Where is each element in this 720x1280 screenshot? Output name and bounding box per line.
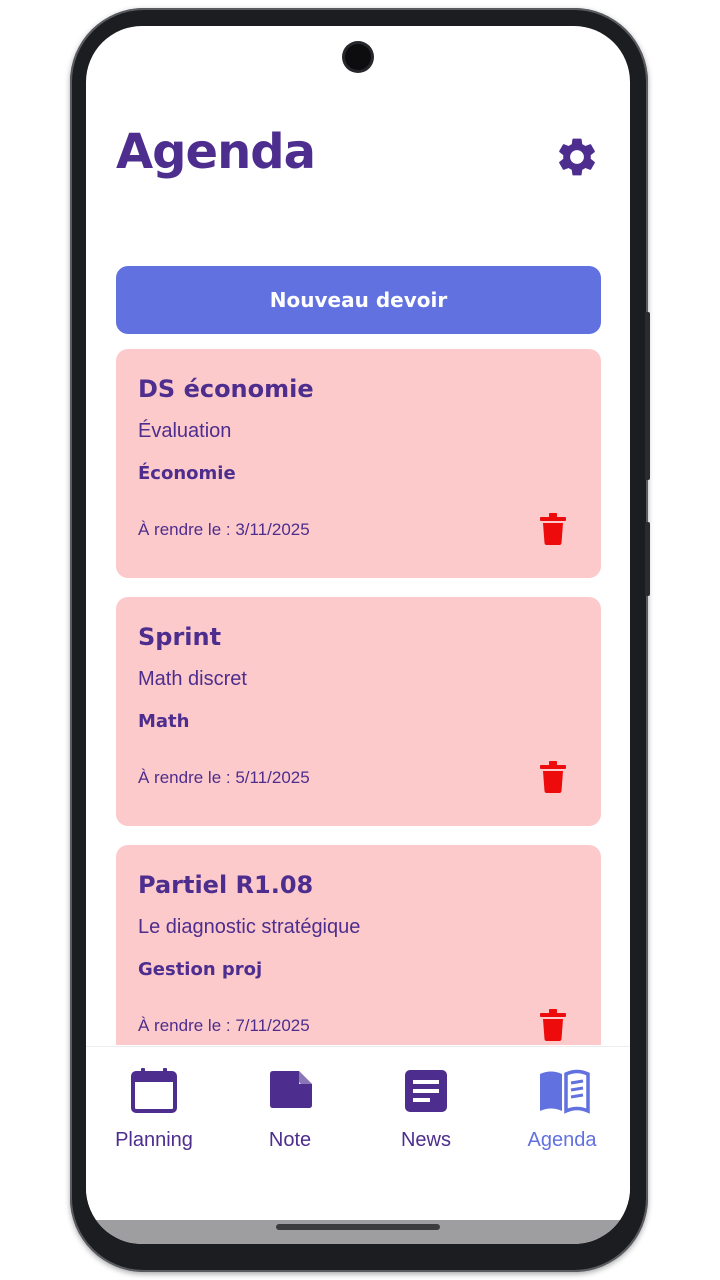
assignment-subject: Math xyxy=(138,711,190,732)
news-icon xyxy=(402,1067,450,1115)
assignment-title: Partiel R1.08 xyxy=(138,871,314,899)
calendar-icon xyxy=(130,1067,178,1115)
home-gesture-handle[interactable] xyxy=(276,1224,440,1230)
assignment-due-date: À rendre le : 7/11/2025 xyxy=(138,1016,310,1035)
assignment-description: Le diagnostic stratégique xyxy=(138,916,361,938)
gear-icon[interactable] xyxy=(554,134,600,180)
tab-agenda[interactable]: Agenda xyxy=(494,1047,630,1167)
tab-news[interactable]: News xyxy=(358,1047,494,1167)
assignment-due-date: À rendre le : 3/11/2025 xyxy=(138,520,310,539)
new-assignment-button[interactable]: Nouveau devoir xyxy=(116,266,601,334)
assignment-subject: Économie xyxy=(138,463,236,484)
trash-icon[interactable] xyxy=(540,761,566,793)
trash-icon[interactable] xyxy=(540,513,566,545)
assignment-title: Sprint xyxy=(138,623,222,651)
tab-label: Planning xyxy=(115,1129,193,1151)
tab-label: Note xyxy=(268,1129,312,1151)
app-screen: Agenda Nouveau devoir DS économie Évalua… xyxy=(86,26,630,1244)
assignment-due-date: À rendre le : 5/11/2025 xyxy=(138,768,310,787)
assignment-card[interactable]: Sprint Math discret Math À rendre le : 5… xyxy=(116,597,601,826)
assignment-title: DS économie xyxy=(138,375,314,403)
assignment-description: Évaluation xyxy=(138,420,232,442)
book-icon xyxy=(538,1067,590,1115)
tab-note[interactable]: Note xyxy=(222,1047,358,1167)
note-icon xyxy=(266,1067,314,1115)
volume-button xyxy=(645,312,650,480)
page-title: Agenda xyxy=(116,124,316,180)
tab-label: News xyxy=(400,1129,451,1151)
bottom-navigation: Planning Note News Agenda xyxy=(86,1046,630,1220)
power-button xyxy=(645,522,650,596)
assignment-card[interactable]: Partiel R1.08 Le diagnostic stratégique … xyxy=(116,845,601,1045)
front-camera xyxy=(345,44,371,70)
assignment-card[interactable]: DS économie Évaluation Économie À rendre… xyxy=(116,349,601,578)
tab-planning[interactable]: Planning xyxy=(86,1047,222,1167)
trash-icon[interactable] xyxy=(540,1009,566,1041)
assignment-subject: Gestion proj xyxy=(138,959,263,980)
assignment-list[interactable]: DS économie Évaluation Économie À rendre… xyxy=(116,349,601,1045)
assignment-description: Math discret xyxy=(138,668,247,690)
tab-label: Agenda xyxy=(527,1129,597,1151)
system-navigation-bar xyxy=(86,1220,630,1244)
